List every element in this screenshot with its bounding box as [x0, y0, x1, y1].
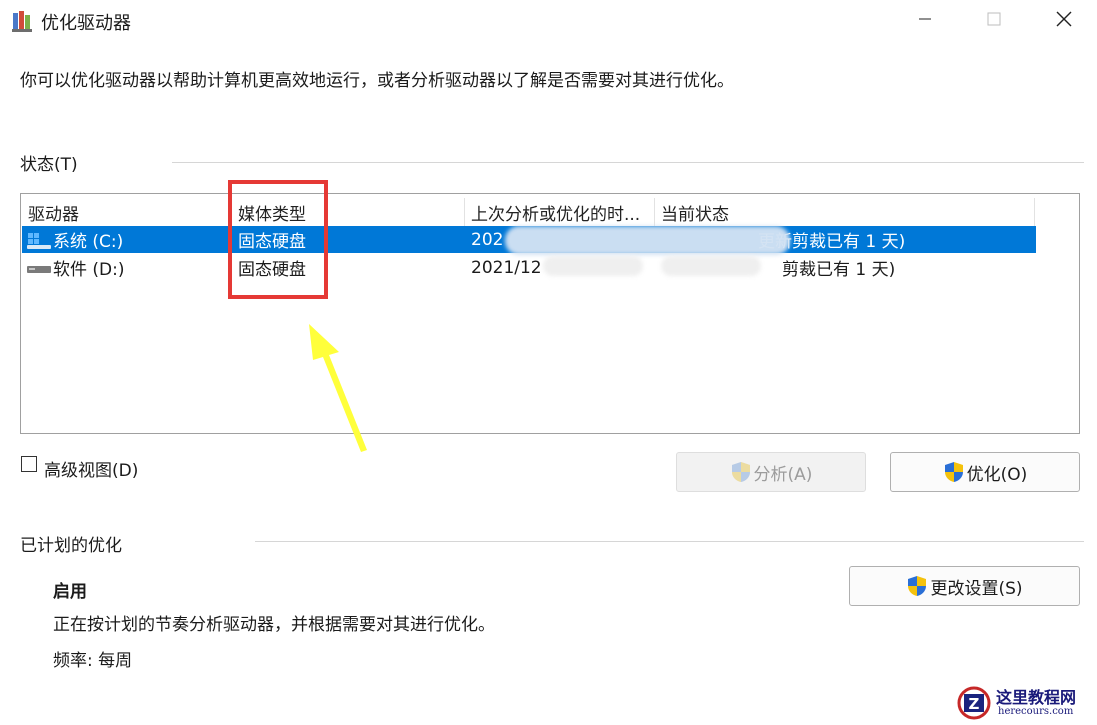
drive-list[interactable]: 驱动器 媒体类型 上次分析或优化的时... 当前状态 系统 (C:) 固态硬盘 …	[20, 193, 1080, 434]
column-header-last-run[interactable]: 上次分析或优化的时...	[471, 199, 640, 226]
watermark-title: 这里教程网	[996, 688, 1077, 707]
scheduled-section-label: 已计划的优化	[20, 536, 122, 556]
watermark-logo-icon: Z	[957, 686, 991, 720]
uac-shield-icon	[943, 461, 965, 483]
column-separator	[464, 198, 465, 226]
maximize-button[interactable]	[965, 0, 1023, 42]
description-text: 你可以优化驱动器以帮助计算机更高效地运行，或者分析驱动器以了解是否需要对其进行优…	[20, 71, 734, 91]
optimize-button[interactable]: 优化(O)	[890, 452, 1080, 492]
scheduled-divider	[255, 541, 1084, 542]
change-settings-button[interactable]: 更改设置(S)	[849, 566, 1080, 606]
highlight-box	[228, 180, 328, 299]
analyze-label: 分析(A)	[753, 464, 813, 485]
defrag-app-icon	[12, 10, 34, 32]
uac-shield-icon	[906, 575, 928, 597]
maximize-icon	[987, 11, 1001, 31]
close-button[interactable]	[1035, 0, 1093, 42]
analyze-button[interactable]: 分析(A)	[676, 452, 866, 492]
column-separator	[1034, 198, 1035, 226]
advanced-view-label[interactable]: 高级视图(D)	[44, 456, 138, 481]
column-header-current-status[interactable]: 当前状态	[661, 199, 729, 226]
system-drive-icon	[27, 226, 51, 253]
status-divider	[172, 162, 1084, 163]
column-separator	[654, 198, 655, 226]
advanced-view-checkbox[interactable]	[21, 456, 37, 472]
schedule-description: 正在按计划的节奏分析驱动器，并根据需要对其进行优化。	[53, 615, 495, 635]
schedule-state: 启用	[53, 582, 87, 602]
current-status: 剪裁已有 1 天)	[782, 260, 896, 280]
watermark-url: herecours.com	[998, 706, 1074, 717]
status-section-label: 状态(T)	[20, 155, 78, 175]
close-icon	[1056, 11, 1072, 32]
annotation-arrow	[309, 324, 367, 452]
privacy-blur	[543, 256, 643, 276]
drive-name: 软件 (D:)	[53, 260, 125, 280]
minimize-button[interactable]	[896, 0, 954, 42]
last-run: 202	[471, 229, 504, 250]
drive-icon	[27, 254, 51, 281]
optimize-label: 优化(O)	[966, 464, 1028, 485]
svg-text:Z: Z	[969, 695, 980, 713]
privacy-blur	[661, 256, 761, 276]
minimize-icon	[918, 11, 932, 31]
window-title: 优化驱动器	[41, 13, 131, 34]
column-header-drive[interactable]: 驱动器	[28, 199, 79, 226]
uac-shield-icon	[730, 461, 752, 483]
change-settings-label: 更改设置(S)	[930, 578, 1023, 599]
last-run: 2021/12	[471, 257, 542, 278]
watermark: Z 这里教程网 herecours.com	[952, 683, 1092, 723]
drive-row-d[interactable]: 软件 (D:) 固态硬盘 2021/12 剪裁已有 1 天)	[22, 254, 1036, 281]
drive-name: 系统 (C:)	[53, 232, 124, 252]
schedule-frequency: 频率: 每周	[53, 651, 133, 671]
privacy-blur	[505, 226, 790, 255]
